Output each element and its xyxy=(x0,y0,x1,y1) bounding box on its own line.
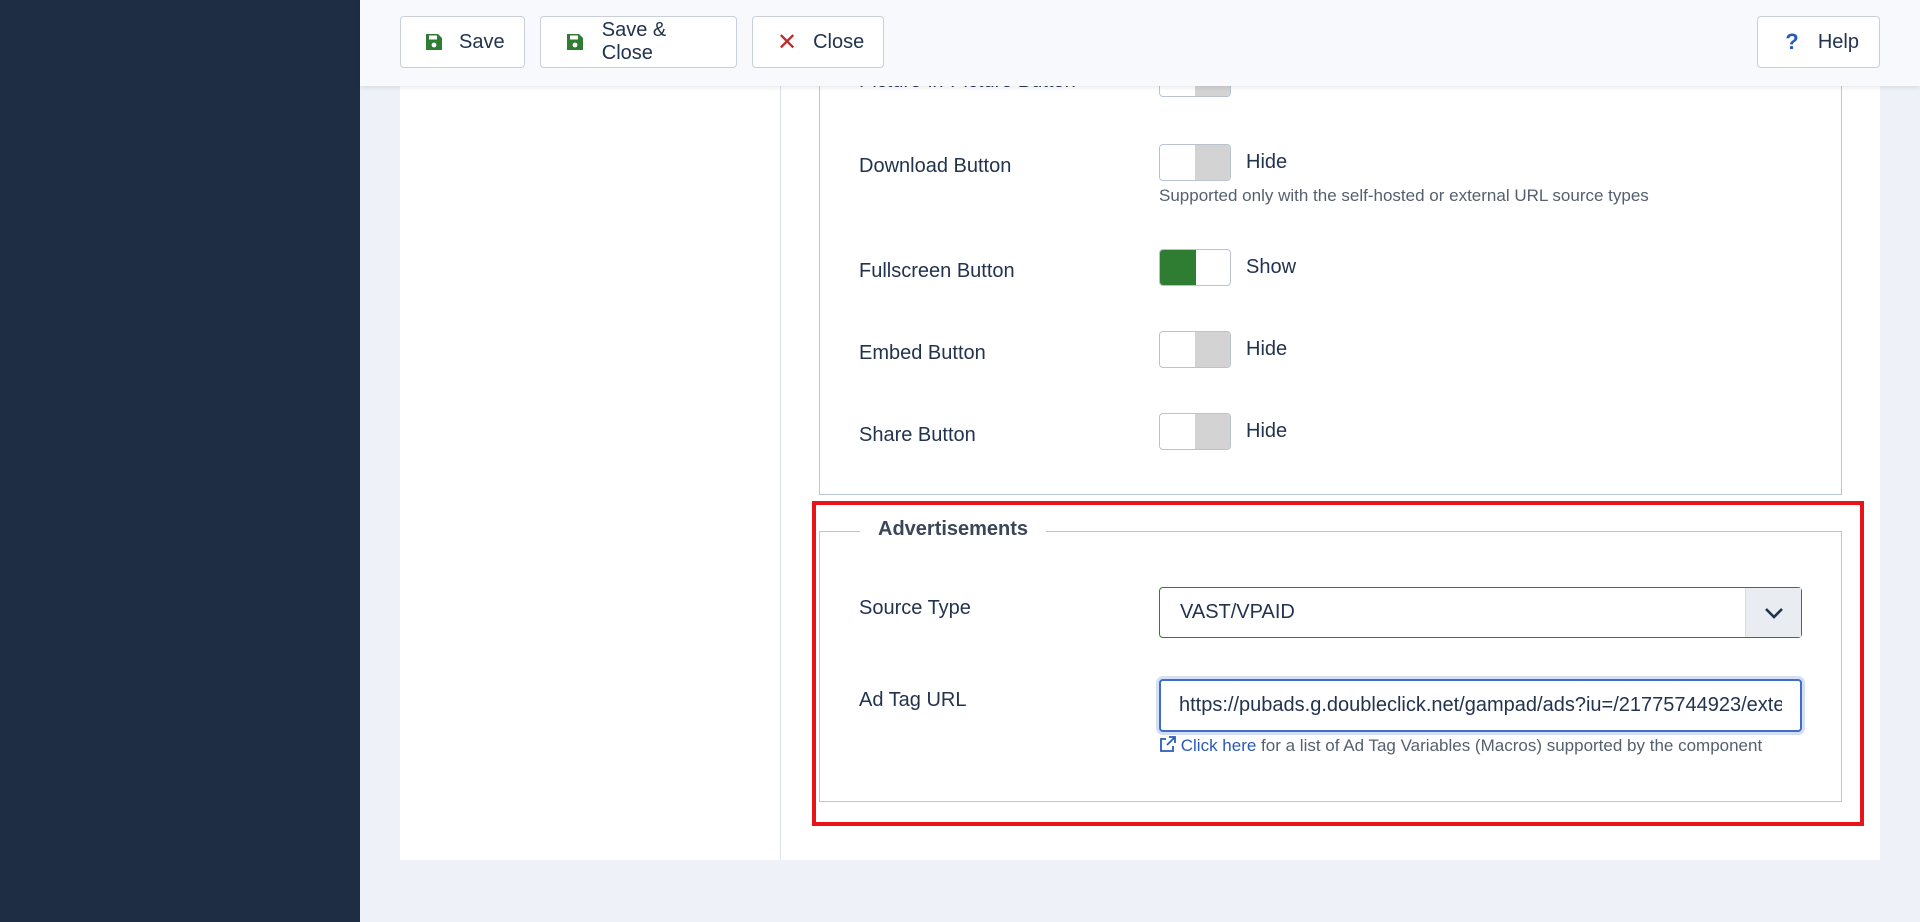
switch-knob xyxy=(1195,414,1230,449)
ad-tag-variables-link[interactable]: Click here xyxy=(1181,736,1257,755)
embed-button-label: Embed Button xyxy=(859,342,986,364)
download-button-switch[interactable] xyxy=(1159,144,1231,181)
main-content: Picture-in-Picture Button Hide Download … xyxy=(400,0,1880,860)
switch-knob xyxy=(1195,145,1230,180)
advertisements-legend: Advertisements xyxy=(860,518,1047,541)
switch-knob xyxy=(1195,332,1230,367)
close-icon: ✕ xyxy=(777,28,798,56)
column-divider xyxy=(780,0,781,860)
external-link-icon xyxy=(1159,736,1181,755)
source-type-select[interactable]: VAST/VPAID xyxy=(1159,587,1802,638)
save-and-close-label: Save & Close xyxy=(601,19,667,64)
fullscreen-button-label: Fullscreen Button xyxy=(859,260,1015,282)
fullscreen-button-switch[interactable] xyxy=(1159,249,1231,286)
switch-knob xyxy=(1160,250,1196,285)
ad-tag-url-label: Ad Tag URL xyxy=(859,689,967,711)
floppy-disk-icon xyxy=(425,33,443,51)
ad-tag-help: Click here for a list of Ad Tag Variable… xyxy=(1159,736,1762,756)
embed-button-state: Hide xyxy=(1246,338,1288,360)
question-icon: ? xyxy=(1785,29,1799,54)
save-and-close-button[interactable]: Save & Close xyxy=(540,16,737,68)
floppy-disk-icon xyxy=(565,33,586,51)
sidebar xyxy=(0,0,360,922)
download-button-state: Hide xyxy=(1246,151,1288,173)
help-button[interactable]: ? Help xyxy=(1757,16,1880,68)
save-label: Save xyxy=(459,30,505,53)
source-type-label: Source Type xyxy=(859,597,971,619)
source-type-value: VAST/VPAID xyxy=(1180,601,1295,623)
ad-tag-help-text: for a list of Ad Tag Variables (Macros) … xyxy=(1256,736,1763,755)
save-button[interactable]: Save xyxy=(400,16,525,68)
download-help-text: Supported only with the self-hosted or e… xyxy=(1159,186,1649,205)
share-button-switch[interactable] xyxy=(1159,413,1231,450)
fullscreen-button-state: Show xyxy=(1246,256,1297,278)
chevron-down-icon xyxy=(1745,588,1801,637)
download-button-label: Download Button xyxy=(859,155,1012,177)
toolbar: Save Save & Close ✕ Close ? Help xyxy=(360,0,1920,86)
close-label: Close xyxy=(813,30,865,53)
share-button-state: Hide xyxy=(1246,420,1288,442)
advertisements-fieldset xyxy=(819,531,1842,802)
help-label: Help xyxy=(1817,30,1859,53)
embed-button-switch[interactable] xyxy=(1159,331,1231,368)
share-button-label: Share Button xyxy=(859,424,976,446)
close-button[interactable]: ✕ Close xyxy=(752,16,884,68)
ad-tag-url-input[interactable] xyxy=(1159,679,1802,732)
